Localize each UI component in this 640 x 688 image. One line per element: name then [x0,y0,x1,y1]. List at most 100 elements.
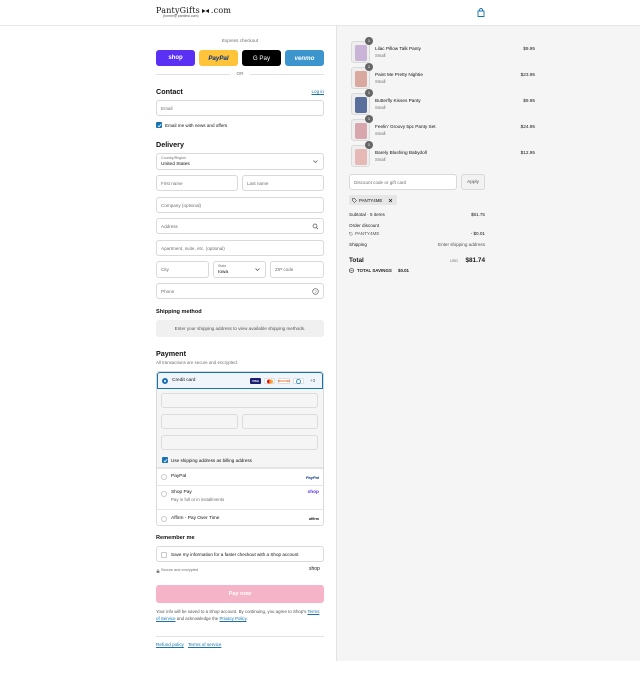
affirm-logo: affirm [309,517,319,521]
svg-text:?: ? [314,289,317,294]
company-field[interactable]: Company (optional) [156,197,324,213]
total-value: $81.74 [465,257,485,264]
first-name-field[interactable]: First name [156,175,238,191]
paypal-button[interactable]: PayPal [199,50,238,66]
paypal-radio[interactable] [161,474,167,480]
shipping-value: Enter shipping address [438,242,485,247]
subtotal-label: Subtotal · 5 items [349,212,385,217]
security-code-field[interactable] [242,414,318,429]
currency-label: USD [449,259,458,263]
legal-text-part: Your info will be saved to a Shop accoun… [156,609,308,614]
paypal-logo: PayPal [305,475,319,480]
email-field[interactable]: Email [156,100,324,116]
expiration-field[interactable] [161,414,238,429]
shop-pay-radio[interactable] [161,491,167,497]
card-details-area: Use shipping address as billing address [157,389,323,468]
product-price: $23.95 [520,72,535,77]
page-bottom [0,661,640,688]
chevron-down-icon [313,160,318,163]
search-icon [312,223,319,230]
first-name-placeholder: First name [161,181,183,186]
cart-item: 1 Feelin' Groovy 5pc Panty Set Small $24.95 [351,115,535,141]
secure-text: Secure and encrypted [161,568,199,572]
credit-card-radio[interactable] [162,378,168,384]
state-select[interactable]: State Iowa [213,261,266,278]
shop-logo: shop [309,566,320,572]
apartment-placeholder: Apartment, suite, etc. (optional) [161,246,225,251]
login-link[interactable]: Log in [306,89,324,94]
product-variant: Small [375,105,386,110]
last-name-field[interactable]: Last name [242,175,324,191]
country-label: Country/Region [161,156,186,160]
name-on-card-field[interactable] [161,435,318,450]
product-variant: Small [375,79,386,84]
affirm-option[interactable]: Affirm - Pay Over Time affirm [157,509,323,525]
paypal-option[interactable]: PayPal PayPal [157,468,323,485]
credit-card-option[interactable]: Credit card VISA DISCOVER +3 [157,372,323,389]
privacy-policy-link[interactable]: Privacy Policy [219,616,246,621]
lock-icon [156,569,160,573]
last-name-placeholder: Last name [247,181,269,186]
quantity-badge: 1 [365,89,373,97]
discount-amount: - $0.01 [470,231,485,236]
discount-code-field[interactable]: Discount code or gift card [349,174,457,190]
help-icon[interactable]: ? [312,288,319,295]
more-cards-count: +3 [310,378,316,383]
billing-checkbox[interactable] [162,457,168,463]
check-icon [163,458,168,462]
product-name: Lilac Pillow Talk Panty [375,46,422,51]
state-label: State [218,264,227,268]
close-icon[interactable] [388,198,393,203]
apartment-field[interactable]: Apartment, suite, etc. (optional) [156,240,324,256]
terms-of-service-footer-link[interactable]: Terms of service [188,642,221,647]
city-placeholder: City [161,267,169,272]
remember-checkbox[interactable] [161,552,167,558]
tag-icon [352,197,357,203]
or-text: OR [236,71,244,76]
news-checkbox-label: Email me with news and offers [165,123,228,128]
shop-pay-button[interactable]: shop [156,50,195,66]
order-discount-label: Order discount [349,223,380,228]
chevron-down-icon [255,268,260,271]
shipping-method-heading: Shipping method [156,309,202,315]
bow-icon [201,8,209,13]
brand-logo[interactable]: PantyGifts .com (formerly pantiesi.com) [156,6,231,18]
address-placeholder: Address [161,224,178,229]
visa-icon: VISA [250,378,261,384]
check-icon [157,123,162,127]
discount-tag-code: PANTY4ME [359,197,383,203]
phone-field[interactable]: Phone ? [156,283,324,299]
apply-button[interactable]: Apply [461,174,485,190]
card-number-field[interactable] [161,393,318,408]
or-divider: OR [156,71,324,77]
legal-text-part: and acknowledge the [175,616,220,621]
remember-me-option[interactable]: Save my information for a faster checkou… [156,546,324,562]
email-placeholder: Email [161,106,173,111]
quantity-badge: 1 [365,37,373,45]
zip-placeholder: ZIP code [275,267,294,272]
discount-tag: PANTY4ME [349,195,397,205]
shopping-bag-icon[interactable] [477,8,485,17]
phone-placeholder: Phone [161,289,175,294]
savings-value: $0.01 [398,268,409,273]
shipping-label: Shipping [349,242,367,247]
google-pay-button[interactable]: G Pay [242,50,281,66]
address-field[interactable]: Address [156,218,324,234]
state-value: Iowa [218,270,229,275]
contact-heading: Contact [156,87,183,96]
legal-text-part: . [246,616,248,621]
diners-icon [293,378,304,384]
news-checkbox[interactable] [156,122,162,128]
affirm-radio[interactable] [161,516,167,522]
pay-now-button[interactable]: Pay now [156,585,324,603]
cart-item: 1 Barely Blushing Babydoll Small $12.95 [351,141,535,167]
refund-policy-link[interactable]: Refund policy [156,642,184,647]
city-field[interactable]: City [156,261,209,278]
discover-icon: DISCOVER [277,378,291,384]
country-select[interactable]: Country/Region United States [156,153,324,170]
shop-pay-option[interactable]: Shop Pay Pay in full or in installments … [157,485,323,509]
venmo-button[interactable]: venmo [285,50,324,66]
zip-field[interactable]: ZIP code [270,261,324,278]
billing-checkbox-label: Use shipping address as billing address [171,458,252,463]
cart-item: 1 Lilac Pillow Talk Panty Small $9.95 [351,37,535,63]
